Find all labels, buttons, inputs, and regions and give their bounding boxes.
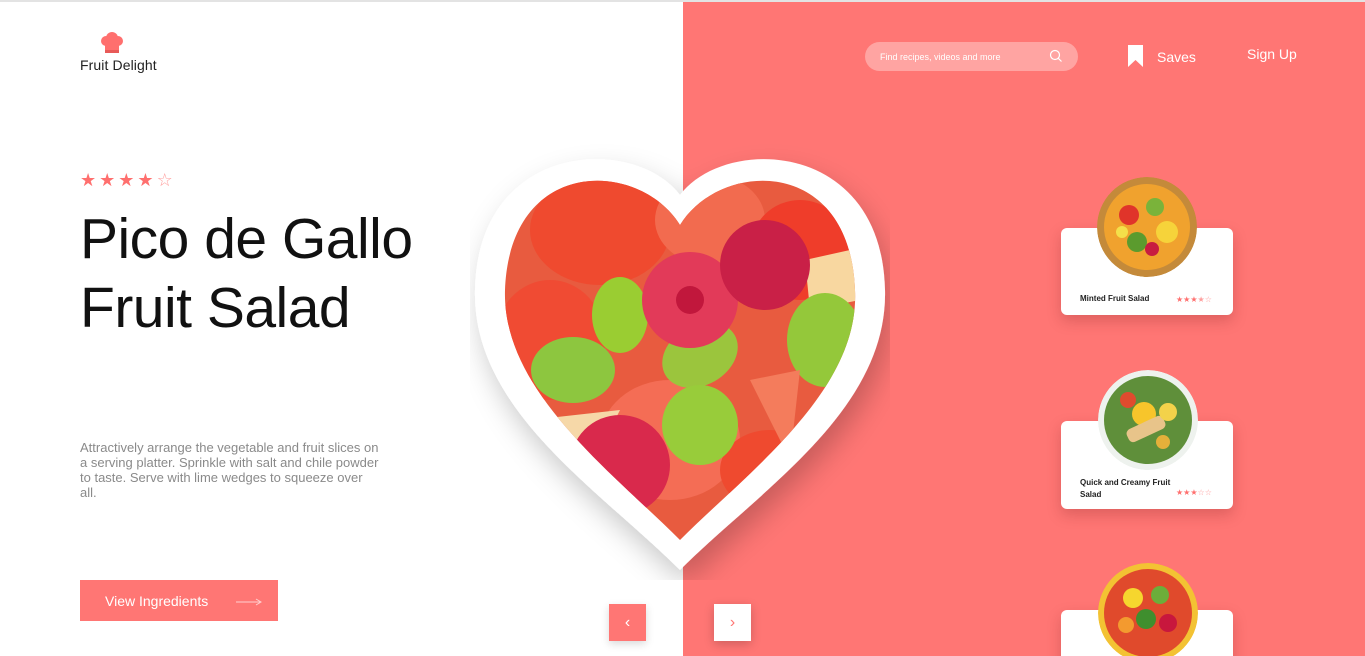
rating-stars: ★ ★ ★ ★ ☆	[80, 170, 173, 190]
recipe-thumbnail-image[interactable]	[1098, 563, 1198, 656]
star-icon: ★	[118, 170, 135, 190]
recipe-card-title: Minted Fruit Salad	[1080, 294, 1150, 303]
search-icon[interactable]	[1049, 49, 1063, 68]
recipe-card-title: Quick and Creamy Fruit Salad	[1080, 478, 1171, 499]
search-bar[interactable]	[865, 42, 1078, 71]
saves-label: Saves	[1157, 49, 1196, 65]
chef-hat-icon	[100, 32, 124, 59]
recipe-thumbnail-image[interactable]	[1098, 370, 1198, 470]
star-empty-icon: ☆	[156, 170, 173, 190]
heart-bowl-image	[474, 159, 886, 570]
carousel-prev-button[interactable]: ‹	[609, 604, 646, 641]
recipe-description: Attractively arrange the vegetable and f…	[80, 440, 379, 500]
signup-link[interactable]: Sign Up	[1247, 46, 1297, 62]
carousel-next-button[interactable]: ›	[714, 604, 751, 641]
bookmark-icon	[1128, 44, 1143, 70]
star-icon: ★	[137, 170, 154, 190]
brand-name: Fruit Delight	[80, 57, 157, 73]
star-icon: ★	[99, 170, 116, 190]
search-input[interactable]	[880, 42, 1050, 71]
recipe-card-stars: ★★★★☆	[1176, 295, 1212, 304]
recipe-title: Pico de Gallo Fruit Salad	[80, 207, 413, 340]
arrow-right-icon	[236, 593, 263, 609]
recipe-card-stars: ★★★☆☆	[1176, 488, 1212, 497]
saves-link[interactable]: Saves	[1128, 44, 1196, 70]
view-ingredients-button[interactable]: View Ingredients	[80, 580, 278, 621]
cta-label: View Ingredients	[105, 592, 209, 609]
star-icon: ★	[80, 170, 97, 190]
recipe-thumbnail-image[interactable]	[1097, 177, 1197, 277]
